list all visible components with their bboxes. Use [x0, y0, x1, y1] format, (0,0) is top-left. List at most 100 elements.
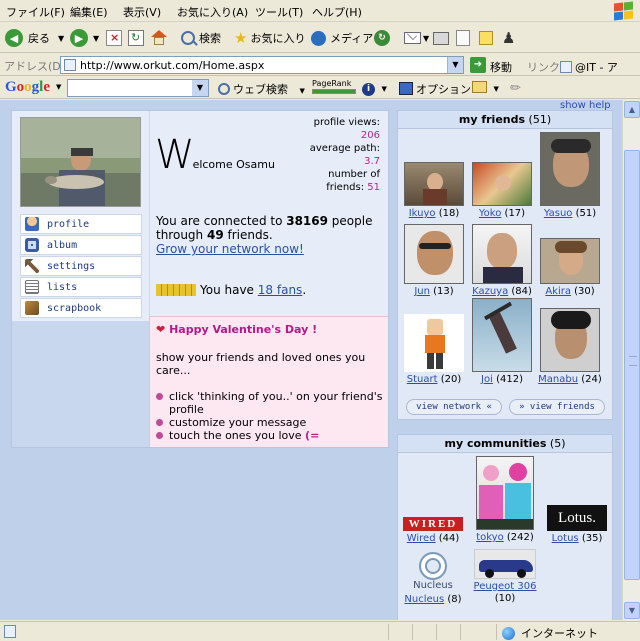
wired-logo[interactable]: WIRED: [403, 517, 463, 531]
up-folder-button[interactable]: ▼: [472, 81, 499, 94]
status-divider: [412, 624, 413, 640]
edit-button[interactable]: [456, 28, 470, 48]
scroll-up-icon[interactable]: ▲: [624, 101, 640, 118]
google-search-input[interactable]: ▼: [67, 79, 209, 97]
back-button[interactable]: ◀ 戻る ▼: [5, 28, 64, 48]
lotus-logo[interactable]: Lotus.: [547, 505, 607, 531]
friend-photo[interactable]: [404, 162, 464, 206]
chevron-down-icon[interactable]: ▼: [447, 57, 463, 73]
menu-view[interactable]: 表示(V): [123, 4, 161, 20]
go-button[interactable]: 移動: [490, 59, 512, 75]
community-name-link[interactable]: tokyo: [476, 532, 504, 543]
welcome-heading: Welcome Osamu: [155, 135, 275, 175]
friend-photo[interactable]: [540, 132, 600, 206]
menu-tools[interactable]: ツール(T): [255, 4, 303, 20]
link-it[interactable]: @IT - ア: [560, 59, 618, 75]
options-button[interactable]: オプション: [399, 81, 471, 97]
community-name-link[interactable]: Nucleus: [404, 594, 444, 605]
stop-button[interactable]: ×: [106, 28, 122, 48]
history-button[interactable]: ↻: [374, 28, 390, 48]
vertical-scrollbar[interactable]: ▲ ▼: [622, 100, 640, 620]
friend-count: (20): [440, 374, 462, 385]
discuss-button[interactable]: [479, 28, 493, 48]
welcome-initial: W: [155, 132, 195, 178]
fans-pre: You have: [200, 283, 254, 297]
home-button[interactable]: [151, 28, 168, 48]
mail-button[interactable]: ▼: [404, 28, 429, 48]
messenger-button[interactable]: ♟: [502, 28, 515, 48]
friend-photo[interactable]: [540, 238, 600, 284]
friend-name-link[interactable]: Kazuya: [472, 286, 508, 297]
history-icon: ↻: [374, 30, 390, 46]
profile-photo[interactable]: [20, 117, 141, 207]
friend-photo[interactable]: [472, 224, 532, 284]
windows-logo-icon: [612, 1, 634, 21]
friend-name-link[interactable]: Yasuo: [544, 208, 573, 219]
nav-album[interactable]: album: [20, 235, 142, 255]
community-name-link[interactable]: Lotus: [552, 533, 579, 544]
friend-photo[interactable]: [404, 224, 464, 284]
back-label: 戻る: [28, 32, 50, 45]
scrollbar-thumb[interactable]: [624, 150, 640, 580]
friends-count: (51): [528, 113, 552, 126]
community-photo[interactable]: [476, 456, 534, 530]
friend-name-link[interactable]: Jun: [414, 286, 430, 297]
menu-edit[interactable]: 編集(E): [70, 4, 108, 20]
community-name-link[interactable]: Wired: [407, 533, 436, 544]
status-divider: [496, 624, 497, 640]
friend-name-link[interactable]: Yoko: [479, 208, 501, 219]
smiley: (=: [305, 429, 320, 442]
friend-name-link[interactable]: Ikuyo: [409, 208, 436, 219]
nav-scrapbook[interactable]: scrapbook: [20, 298, 142, 318]
friend-photo[interactable]: [404, 314, 464, 372]
friend-photo[interactable]: [472, 162, 532, 206]
print-button[interactable]: [433, 28, 449, 48]
address-input[interactable]: http://www.orkut.com/Home.aspx ▼: [60, 56, 464, 74]
nav-album-label: album: [47, 239, 78, 251]
friend-name-link[interactable]: Akira: [545, 286, 571, 297]
menu-favorites[interactable]: お気に入り(A): [177, 4, 248, 20]
community-name-link[interactable]: Peugeot 306: [474, 581, 537, 592]
friend-name-link[interactable]: Joi: [481, 374, 493, 385]
view-network-button[interactable]: view network «: [406, 399, 502, 415]
view-friends-button[interactable]: » view friends: [509, 399, 605, 415]
community-card: tokyo (242): [470, 456, 540, 543]
my-communities-box: my communities (5) WIRED Wired (44) toky…: [397, 434, 613, 620]
search-button[interactable]: 検索: [181, 28, 221, 48]
page-icon: [64, 59, 76, 71]
nucleus-logo[interactable]: Nucleus: [410, 552, 456, 592]
scrapbook-icon: [25, 301, 39, 315]
grow-network-link[interactable]: Grow your network now!: [156, 242, 304, 256]
fans-link[interactable]: 18 fans: [258, 283, 303, 297]
favorites-button[interactable]: ★ お気に入り: [234, 28, 305, 48]
community-photo[interactable]: [474, 549, 536, 579]
page-info-button[interactable]: i ▼: [362, 81, 387, 96]
nav-settings[interactable]: settings: [20, 256, 142, 276]
google-logo[interactable]: Google: [5, 79, 50, 96]
friend-name-link[interactable]: Stuart: [407, 374, 438, 385]
media-button[interactable]: メディア: [311, 28, 373, 48]
back-arrow-icon: ◀: [5, 29, 23, 47]
forward-button[interactable]: ▶ ▼: [70, 28, 99, 48]
nav-lists[interactable]: lists: [20, 277, 142, 297]
friend-name-link[interactable]: Manabu: [538, 374, 578, 385]
pagerank-label: PageRank: [312, 79, 352, 88]
profile-views-label: profile views:: [313, 117, 380, 128]
friend-photo[interactable]: [540, 308, 600, 372]
chevron-down-icon[interactable]: ▼: [56, 83, 61, 91]
list-icon: [25, 280, 39, 294]
highlight-button[interactable]: ✏: [510, 81, 521, 96]
pagerank-indicator: PageRank: [312, 79, 356, 94]
nav-profile[interactable]: profile: [20, 214, 142, 234]
chevron-down-icon[interactable]: ▼: [192, 80, 208, 96]
refresh-button[interactable]: ↻: [128, 28, 144, 48]
go-arrow-icon[interactable]: ➜: [470, 57, 486, 73]
web-search-button[interactable]: ウェブ検索 ▼: [218, 81, 305, 97]
menu-file[interactable]: ファイル(F): [6, 4, 65, 20]
scroll-down-icon[interactable]: ▼: [624, 602, 640, 619]
friend-photo[interactable]: [472, 298, 532, 372]
links-label[interactable]: リンク: [527, 59, 560, 75]
menu-help[interactable]: ヘルプ(H): [312, 4, 362, 20]
page-status-icon: [4, 625, 16, 638]
friend-count: (84): [511, 286, 532, 297]
